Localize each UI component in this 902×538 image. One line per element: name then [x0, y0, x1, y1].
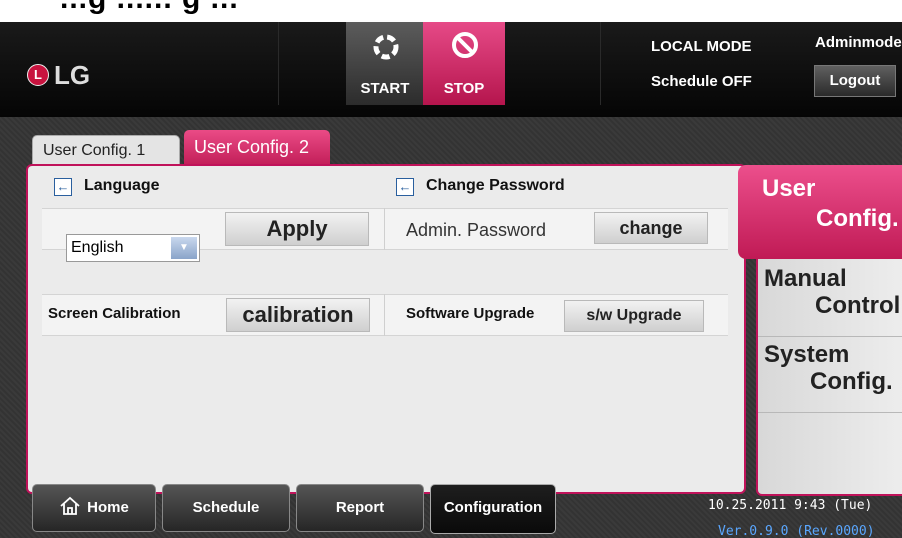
change-password-title: Change Password [426, 177, 565, 194]
header-divider [600, 22, 601, 105]
side-item-line1: System [764, 341, 850, 368]
chevron-down-icon[interactable]: ▼ [171, 237, 197, 259]
language-title: Language [84, 177, 160, 194]
header-divider [278, 22, 279, 105]
software-upgrade-label: Software Upgrade [406, 305, 535, 322]
start-label: START [360, 80, 410, 97]
tab-user-config-1[interactable]: User Config. 1 [32, 135, 180, 165]
language-select[interactable]: English ▼ [66, 234, 200, 262]
schedule-status-label: Schedule OFF [651, 73, 752, 90]
screen-calibration-label: Screen Calibration [48, 305, 181, 322]
side-item-line1: Manual [764, 265, 847, 292]
datetime-display: 10.25.2011 9:43 (Tue) [708, 498, 873, 513]
side-item-line2: Control [815, 292, 901, 319]
start-button[interactable]: START [346, 22, 424, 105]
window-caption: ...g ...... g ... [60, 0, 239, 16]
side-item-line1: User [762, 175, 816, 202]
tab-user-config-2[interactable]: User Config. 2 [184, 130, 330, 166]
user-mode-label: Adminmode [815, 34, 902, 51]
start-icon [373, 34, 399, 60]
stop-label: STOP [443, 80, 485, 97]
side-menu-divider [758, 336, 902, 337]
side-item-line2: Config. [816, 205, 899, 232]
stop-icon [452, 32, 478, 58]
nav-report-button[interactable]: Report [296, 484, 424, 532]
nav-schedule-button[interactable]: Schedule [162, 484, 290, 532]
home-icon [60, 496, 80, 515]
row-divider [384, 294, 385, 336]
back-arrow-icon: ← [54, 178, 72, 196]
app-screen: L LG START STOP LOCAL MODE Schedule OFF … [0, 22, 902, 538]
row-divider [384, 208, 385, 250]
nav-home-label: Home [87, 499, 129, 516]
change-password-button[interactable]: change [594, 212, 708, 244]
back-arrow-icon: ← [396, 178, 414, 196]
sw-upgrade-button[interactable]: s/w Upgrade [564, 300, 704, 332]
admin-password-label: Admin. Password [406, 220, 547, 240]
logout-button[interactable]: Logout [814, 65, 896, 97]
version-label: Ver.0.9.0 (Rev.0000) [718, 524, 875, 538]
language-selected-value: English [71, 239, 124, 256]
side-item-line2: Config. [810, 368, 893, 395]
calibration-button[interactable]: calibration [226, 298, 370, 332]
side-item-system-config[interactable]: System Config. [760, 340, 902, 414]
local-mode-label: LOCAL MODE [651, 38, 752, 55]
lg-logo-icon: L [27, 64, 49, 86]
nav-configuration-button[interactable]: Configuration [430, 484, 556, 534]
side-item-manual-control[interactable]: Manual Control [760, 262, 902, 336]
side-item-user-config[interactable]: User Config. [738, 165, 902, 259]
brand-logo-text: LG [54, 60, 91, 90]
nav-home-button[interactable]: Home [32, 484, 156, 532]
config-panel: ← Language ← Change Password Apply Admin… [28, 166, 744, 492]
apply-button[interactable]: Apply [225, 212, 369, 246]
stop-button[interactable]: STOP [423, 22, 505, 105]
